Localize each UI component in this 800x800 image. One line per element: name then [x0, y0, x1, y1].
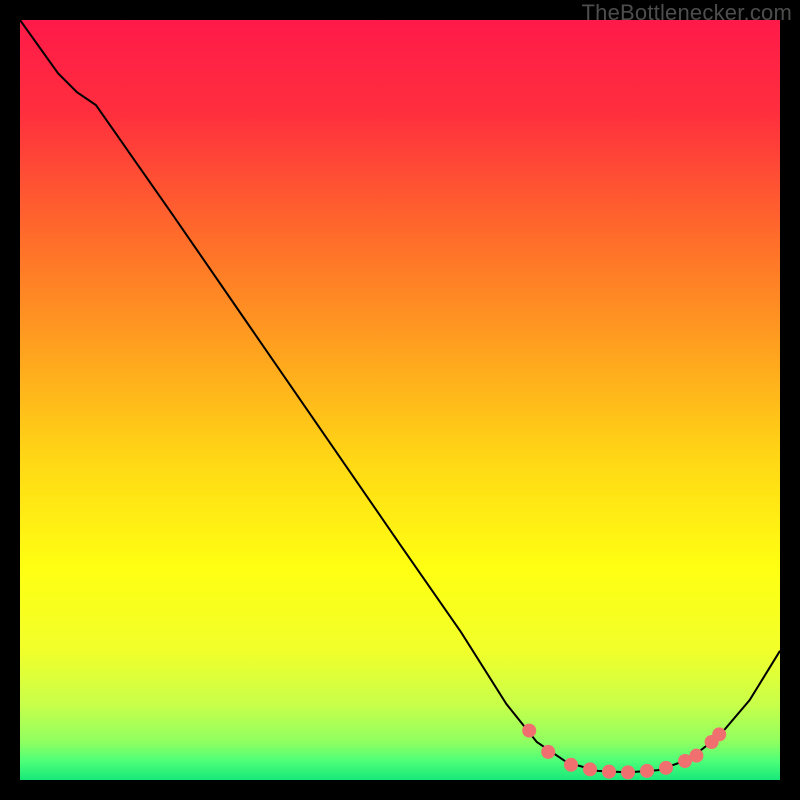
marker-point	[689, 749, 703, 763]
marker-point	[583, 762, 597, 776]
marker-point	[640, 764, 654, 778]
marker-point	[602, 765, 616, 779]
chart-plot	[20, 20, 780, 780]
marker-point	[522, 724, 536, 738]
chart-container: TheBottlenecker.com	[0, 0, 800, 800]
marker-point	[541, 745, 555, 759]
marker-point	[712, 727, 726, 741]
marker-point	[564, 758, 578, 772]
marker-point	[621, 765, 635, 779]
marker-point	[659, 761, 673, 775]
watermark-text: TheBottlenecker.com	[582, 0, 792, 26]
chart-background	[20, 20, 780, 780]
